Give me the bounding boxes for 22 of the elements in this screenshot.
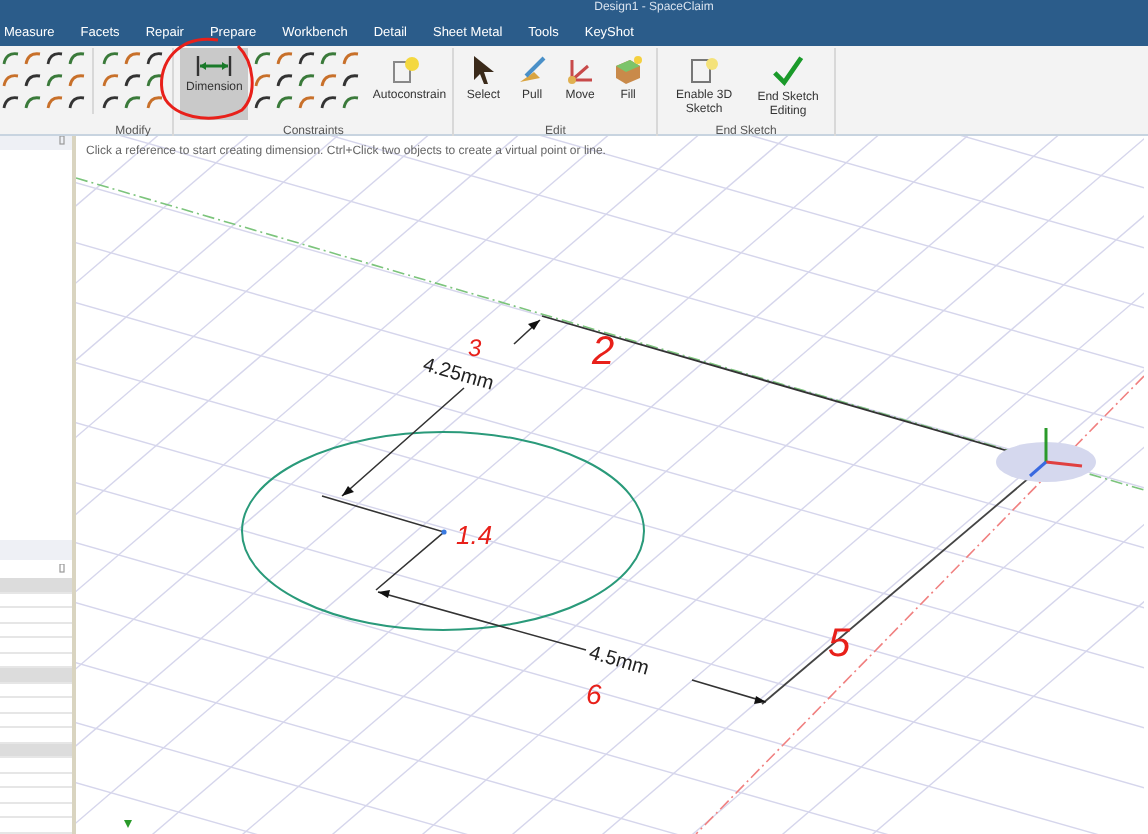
handwritten-annotation: 6 — [586, 678, 602, 710]
sketch-pencil-icon — [688, 54, 721, 86]
fill-box-icon — [612, 54, 645, 86]
extension-line — [321, 495, 446, 591]
center-point — [441, 529, 447, 535]
pull-arrow-icon — [516, 54, 549, 86]
axis-marker-icon — [124, 820, 132, 828]
axis-triad-icon — [996, 428, 1096, 482]
lightbulb-document-icon — [390, 54, 423, 86]
handwritten-annotation: 2 — [592, 330, 615, 374]
handwritten-annotation: 1.4 — [456, 520, 493, 550]
dimension-label: 4.5mm — [586, 642, 652, 681]
pin-icon[interactable] — [58, 136, 66, 146]
move-axes-icon — [564, 54, 597, 86]
constraint-tools-icon — [252, 48, 363, 114]
modify-tools-icon — [100, 48, 166, 114]
panel-header — [0, 539, 72, 560]
pin-icon[interactable] — [58, 563, 66, 574]
arrow-pointer-icon — [469, 54, 498, 86]
sketch-tools-icon — [0, 48, 88, 114]
checkmark-icon — [770, 54, 807, 88]
dimension-icon — [194, 54, 235, 78]
